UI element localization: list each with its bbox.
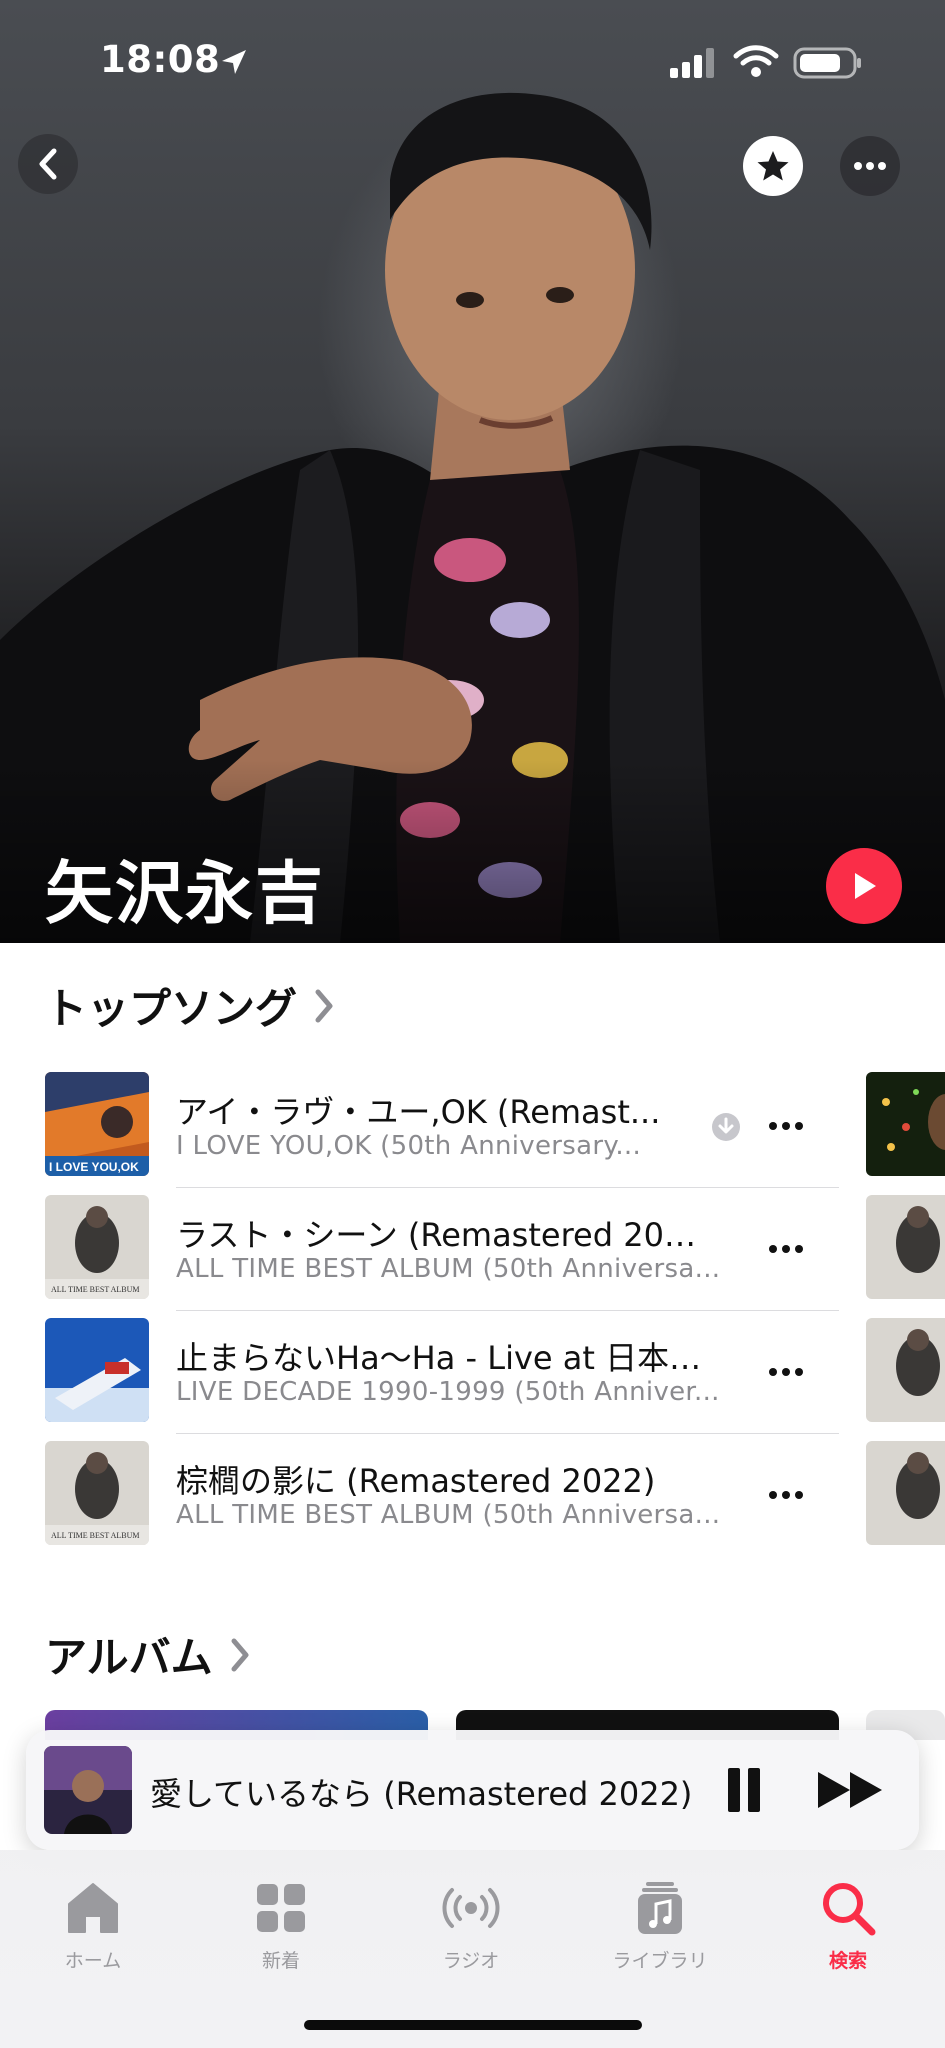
tab-search[interactable]: 検索: [773, 1878, 923, 1973]
song-more-icon[interactable]: [766, 1355, 806, 1389]
search-icon: [823, 1883, 876, 1936]
svg-text:I LOVE YOU,OK: I LOVE YOU,OK: [49, 1160, 139, 1174]
artist-photo: [0, 92, 945, 943]
tab-library[interactable]: ライブラリ: [585, 1878, 735, 1973]
song-more-icon[interactable]: [766, 1109, 806, 1143]
chevron-right-icon: [315, 989, 333, 1022]
home-indicator: [304, 2020, 642, 2030]
tab-bar: ホーム 新着 ラジオ ライブラリ 検索: [0, 1850, 945, 2048]
song-artwork: ALL TIME BEST ALBUM: [45, 1441, 149, 1545]
favorite-button[interactable]: [743, 136, 803, 196]
battery-icon: [793, 47, 861, 79]
next-column-artwork: [866, 1072, 945, 1176]
back-button[interactable]: [18, 134, 78, 194]
artist-hero: 18:08 矢沢永吉: [0, 0, 945, 943]
tab-label: ライブラリ: [612, 1950, 708, 1972]
song-album: ALL TIME BEST ALBUM (50th Anniversa...: [176, 1254, 721, 1284]
tab-label: 検索: [828, 1950, 867, 1972]
svg-text:ALL TIME BEST ALBUM: ALL TIME BEST ALBUM: [51, 1531, 140, 1540]
top-songs-title: トップソング: [45, 984, 298, 1033]
more-options-button[interactable]: [840, 136, 900, 196]
tab-new[interactable]: 新着: [206, 1878, 356, 1973]
now-playing-bar[interactable]: 愛しているなら (Remastered 2022): [26, 1730, 919, 1850]
song-artwork: [45, 1318, 149, 1422]
song-more-icon[interactable]: [766, 1478, 806, 1512]
chevron-left-icon: [39, 148, 57, 180]
song-more-icon[interactable]: [766, 1232, 806, 1266]
song-title: ラスト・シーン (Remastered 2022): [176, 1216, 716, 1254]
top-songs-header[interactable]: トップソング: [45, 975, 337, 1036]
play-artist-button[interactable]: [826, 848, 902, 924]
tab-label: ラジオ: [442, 1950, 500, 1972]
downloaded-icon: [712, 1113, 740, 1141]
song-album: ALL TIME BEST ALBUM (50th Anniversa...: [176, 1500, 721, 1530]
grid-icon: [257, 1884, 305, 1932]
tab-radio[interactable]: ラジオ: [396, 1878, 546, 1973]
song-title: アイ・ラヴ・ユー,OK (Remast...: [176, 1093, 661, 1131]
music-library-icon: [638, 1882, 682, 1934]
play-icon: [855, 873, 876, 899]
artist-name: 矢沢永吉: [45, 855, 326, 934]
status-bar: 18:08: [0, 0, 945, 120]
svg-text:ALL TIME BEST ALBUM: ALL TIME BEST ALBUM: [51, 1285, 140, 1294]
tab-label: ホーム: [64, 1950, 122, 1972]
song-row[interactable]: ALL TIME BEST ALBUM 棕櫚の影に (Remastered 20…: [0, 1434, 945, 1557]
song-row[interactable]: I LOVE YOU,OK アイ・ラヴ・ユー,OK (Remast... I L…: [0, 1065, 945, 1188]
house-icon: [68, 1883, 118, 1933]
chevron-right-icon: [231, 1638, 249, 1671]
tab-label: 新着: [261, 1950, 300, 1972]
now-playing-artwork: [44, 1746, 132, 1834]
fast-forward-button[interactable]: [814, 1768, 888, 1812]
pause-button[interactable]: [716, 1766, 776, 1814]
song-row[interactable]: ALL TIME BEST ALBUM ラスト・シーン (Remastered …: [0, 1188, 945, 1311]
song-title: 止まらないHa～Ha - Live at 日本…: [176, 1339, 702, 1377]
song-artwork: ALL TIME BEST ALBUM: [45, 1195, 149, 1299]
song-artwork: I LOVE YOU,OK: [45, 1072, 149, 1176]
next-column-artwork: [866, 1195, 945, 1299]
next-column-artwork: [866, 1318, 945, 1422]
ellipsis-icon: [854, 162, 886, 170]
song-album: I LOVE YOU,OK (50th Anniversary...: [176, 1131, 642, 1161]
status-time: 18:08: [100, 38, 221, 81]
albums-title: アルバム: [45, 1633, 213, 1682]
next-column-artwork: [866, 1441, 945, 1545]
albums-header[interactable]: アルバム: [45, 1624, 253, 1685]
song-row[interactable]: 止まらないHa～Ha - Live at 日本… LIVE DECADE 199…: [0, 1311, 945, 1434]
wifi-icon: [733, 45, 779, 77]
song-title: 棕櫚の影に (Remastered 2022): [176, 1462, 656, 1500]
cellular-signal-icon: [670, 48, 714, 78]
location-arrow-icon: [222, 50, 246, 74]
radio-waves-icon: [442, 1888, 500, 1928]
now-playing-title: 愛しているなら (Remastered 2022): [150, 1775, 693, 1813]
tab-home[interactable]: ホーム: [18, 1878, 168, 1973]
star-icon: [757, 151, 789, 181]
song-album: LIVE DECADE 1990-1999 (50th Anniver...: [176, 1377, 720, 1407]
